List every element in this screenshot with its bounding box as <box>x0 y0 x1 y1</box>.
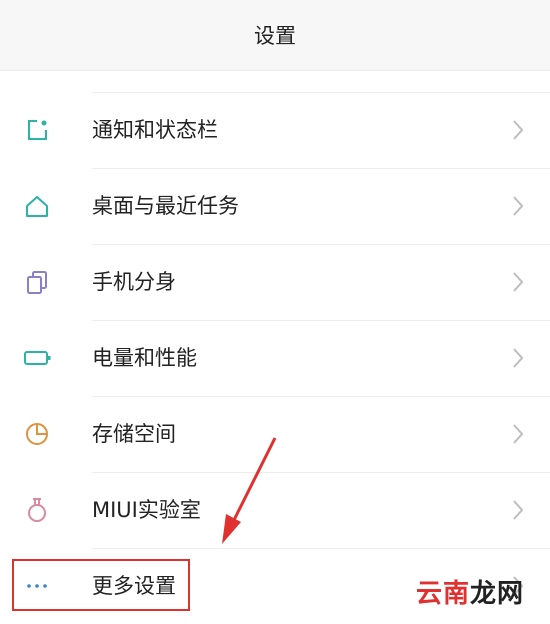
watermark-dark-text: 龙网 <box>470 579 525 609</box>
watermark-red-text: 云南 <box>416 579 471 609</box>
annotation-arrow <box>222 437 277 544</box>
watermark: 云南龙网 <box>416 573 524 610</box>
